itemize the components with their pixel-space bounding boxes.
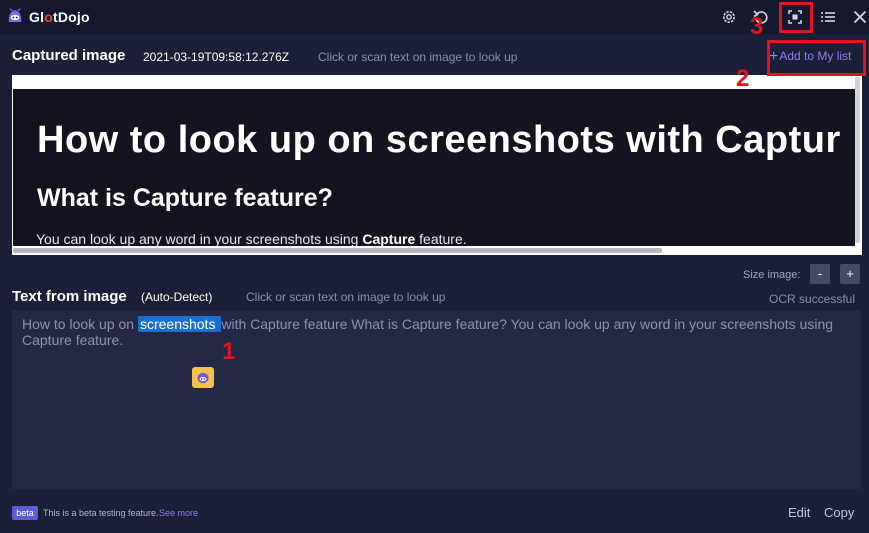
gear-icon[interactable] (720, 8, 738, 26)
close-icon[interactable] (851, 8, 869, 26)
annotation-box-add-to-list (767, 40, 866, 76)
edit-button[interactable]: Edit (788, 505, 810, 520)
copy-button[interactable]: Copy (824, 505, 854, 520)
text-from-image-title: Text from image (12, 288, 127, 305)
beta-badge: beta (12, 506, 38, 520)
lookup-bubble-icon[interactable] (192, 367, 214, 388)
captured-image-hint: Click or scan text on image to look up (318, 50, 518, 64)
size-increase-button[interactable]: + (840, 264, 860, 284)
size-decrease-button[interactable]: - (810, 264, 830, 284)
image-subheading: What is Capture feature? (37, 184, 333, 212)
annotation-box-capture (779, 2, 813, 33)
highlighted-word[interactable]: screenshots (137, 316, 222, 332)
size-image-label: Size image: (743, 269, 801, 281)
title-bar (0, 0, 869, 34)
beta-notice: This is a beta testing feature. (43, 508, 159, 518)
glotdojo-logo-icon (6, 7, 24, 25)
capture-timestamp: 2021-03-19T09:58:12.276Z (143, 50, 290, 64)
list-icon[interactable] (819, 8, 837, 26)
captured-image-title: Captured image (12, 47, 126, 64)
text-hint: Click or scan text on image to look up (246, 290, 446, 304)
annotation-label-2: 2 (736, 65, 750, 92)
annotation-label-1: 1 (222, 338, 236, 365)
language-mode[interactable]: (Auto-Detect) (141, 290, 212, 304)
image-horizontal-scrollbar[interactable] (13, 248, 662, 253)
ocr-status: OCR successful (769, 292, 856, 306)
image-body-text: You can look up any word in your screens… (36, 231, 467, 246)
ocr-text-area[interactable]: How to look up on screenshots with Captu… (12, 310, 861, 489)
image-vertical-scrollbar[interactable] (855, 77, 860, 243)
image-heading: How to look up on screenshots with Captu… (37, 119, 841, 161)
captured-image[interactable]: How to look up on screenshots with Captu… (13, 89, 855, 246)
see-more-link[interactable]: See more (159, 508, 198, 518)
ocr-text[interactable]: How to look up on screenshots with Captu… (22, 316, 842, 348)
annotation-label-3: 3 (750, 13, 764, 40)
app-name: GlotDojo (29, 9, 90, 25)
